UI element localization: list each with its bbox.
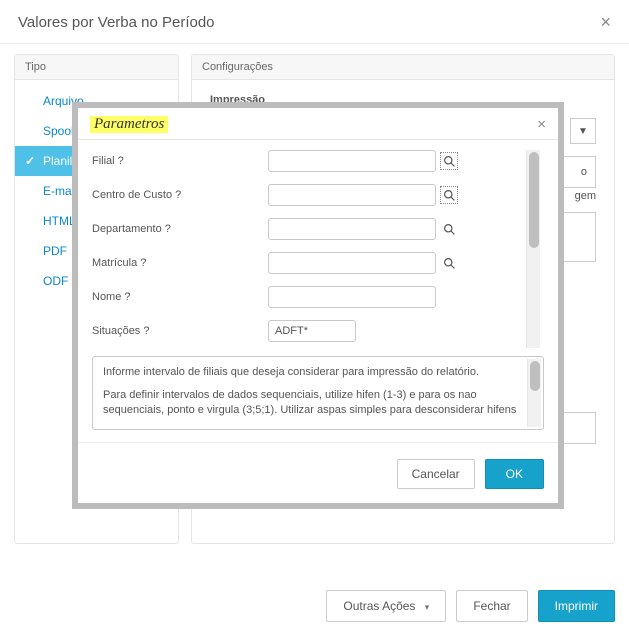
field-row-centro-custo: Centro de Custo ? [92,184,522,206]
other-actions-label: Outras Ações [343,599,415,613]
field-label-nome: Nome ? [92,291,268,303]
parametros-header: Parametros × [78,108,558,139]
form-scroll-thumb[interactable] [529,152,539,248]
parametros-modal: Parametros × Filial ? Centro de Custo ? … [78,108,558,503]
lookup-icon[interactable] [440,220,458,238]
help-text-line2: Para definir intervalos de dados sequenc… [103,388,517,418]
parametros-footer: Cancelar OK [78,442,558,503]
config-section-label: Impressão [210,94,596,106]
field-row-filial: Filial ? [92,150,522,172]
field-label-filial: Filial ? [92,155,268,167]
filial-input[interactable] [268,150,436,172]
close-button[interactable]: Fechar [456,590,527,622]
bottom-action-bar: Outras Ações ▾ Fechar Imprimir [326,590,615,622]
field-label-situacoes: Situações ? [92,325,268,337]
help-scrollbar[interactable] [527,359,541,427]
parametros-title: Parametros [90,116,168,133]
print-button[interactable]: Imprimir [538,590,615,622]
page-title: Valores por Verba no Período [18,14,215,31]
config-box-1-tail: o [581,166,587,178]
field-row-nome: Nome ? [92,286,522,308]
ok-button[interactable]: OK [485,459,544,489]
chevron-down-icon: ▼ [578,126,588,137]
help-scroll-thumb[interactable] [530,361,540,391]
field-label-departamento: Departamento ? [92,223,268,235]
lookup-icon[interactable] [440,254,458,272]
field-row-matricula: Matrícula ? [92,252,522,274]
field-row-situacoes: Situações ? [92,320,522,342]
lookup-icon[interactable] [440,186,458,204]
situacoes-input[interactable] [268,320,356,342]
main-dialog-header: Valores por Verba no Período × [0,0,629,44]
cancel-button[interactable]: Cancelar [397,459,475,489]
departamento-input[interactable] [268,218,436,240]
chevron-down-icon: ▾ [425,602,430,612]
parametros-close-icon[interactable]: × [537,116,546,133]
matricula-input[interactable] [268,252,436,274]
tipo-panel-header: Tipo [15,55,178,80]
parametros-form: Filial ? Centro de Custo ? Departamento … [92,150,544,348]
field-row-departamento: Departamento ? [92,218,522,240]
field-label-matricula: Matrícula ? [92,257,268,269]
other-actions-button[interactable]: Outras Ações ▾ [326,590,446,622]
parametros-body: Filial ? Centro de Custo ? Departamento … [78,139,558,436]
config-panel-header: Configurações [192,55,614,80]
centro-custo-input[interactable] [268,184,436,206]
help-text-box: Informe intervalo de filiais que deseja … [92,356,544,430]
field-label-centro-custo: Centro de Custo ? [92,189,268,201]
form-scrollbar[interactable] [526,150,540,348]
main-close-icon[interactable]: × [600,12,611,33]
help-text-line1: Informe intervalo de filiais que deseja … [103,365,517,380]
lookup-icon[interactable] [440,152,458,170]
config-dropdown-toggle[interactable]: ▼ [570,118,596,144]
nome-input[interactable] [268,286,436,308]
